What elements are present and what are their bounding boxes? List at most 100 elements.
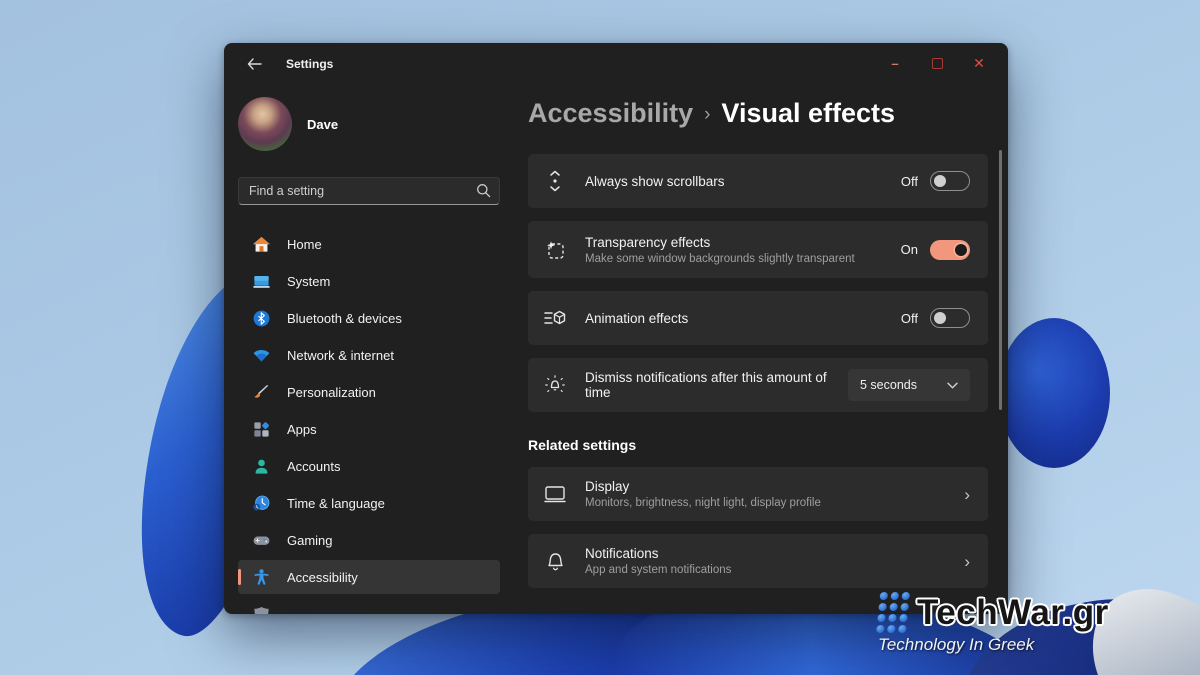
sidebar-item-time-language[interactable]: Time & language	[238, 486, 500, 520]
sidebar-item-gaming[interactable]: Gaming	[238, 523, 500, 557]
sidebar-item-label: Home	[287, 237, 322, 252]
sidebar-item-accessibility[interactable]: Accessibility	[238, 560, 500, 594]
transparency-effects-toggle[interactable]	[930, 240, 970, 260]
accessibility-icon	[251, 567, 271, 587]
bluetooth-icon	[251, 308, 271, 328]
titlebar: Settings – ✕	[224, 43, 1008, 85]
wallpaper-bloom-petal	[998, 318, 1110, 468]
toggle-knob	[934, 312, 946, 324]
sidebar-item-label: Accounts	[287, 459, 340, 474]
display-icon	[544, 485, 566, 504]
settings-window: Settings – ✕ Dave	[224, 43, 1008, 614]
system-icon	[251, 271, 271, 291]
setting-subtitle: Make some window backgrounds slightly tr…	[585, 253, 855, 265]
sidebar-item-label: System	[287, 274, 330, 289]
sidebar-item-label: Bluetooth & devices	[287, 311, 402, 326]
toggle-state-label: Off	[901, 311, 918, 326]
dismiss-notifications-icon	[544, 374, 566, 396]
search-input[interactable]	[238, 177, 500, 205]
watermark-title: TechWar.gr	[917, 593, 1109, 633]
setting-card-dismiss-notifications[interactable]: Dismiss notifications after this amount …	[528, 358, 988, 412]
search-icon	[476, 183, 491, 198]
time-language-icon	[251, 493, 271, 513]
related-settings-list: Display Monitors, brightness, night ligh…	[528, 467, 988, 588]
personalization-icon	[251, 382, 271, 402]
sidebar-item-label: Apps	[287, 422, 317, 437]
sidebar-item-label: Gaming	[287, 533, 333, 548]
sidebar-item-label: Time & language	[287, 496, 385, 511]
gaming-icon	[251, 530, 271, 550]
sidebar-item-personalization[interactable]: Personalization	[238, 375, 500, 409]
setting-card-transparency-effects[interactable]: Transparency effects Make some window ba…	[528, 221, 988, 278]
related-settings-heading: Related settings	[528, 437, 988, 453]
chevron-right-icon: ›	[964, 553, 970, 570]
notifications-icon	[544, 551, 566, 572]
minimize-icon: –	[891, 56, 898, 71]
close-button[interactable]: ✕	[958, 49, 1000, 77]
sidebar-nav: Home System Bluetooth & devices	[238, 227, 500, 614]
techwar-logo-icon	[876, 592, 911, 634]
related-subtitle: Monitors, brightness, night light, displ…	[585, 497, 821, 509]
sidebar-item-label: Accessibility	[287, 570, 358, 585]
apps-icon	[251, 419, 271, 439]
accounts-icon	[251, 456, 271, 476]
setting-title: Dismiss notifications after this amount …	[585, 370, 835, 400]
related-card-notifications[interactable]: Notifications App and system notificatio…	[528, 534, 988, 588]
dropdown-value: 5 seconds	[860, 378, 917, 392]
search-box	[238, 177, 500, 205]
maximize-icon	[932, 58, 943, 69]
user-avatar	[238, 97, 292, 151]
minimize-button[interactable]: –	[874, 49, 916, 77]
sidebar-item-label: Network & internet	[287, 348, 394, 363]
desktop-wallpaper: Settings – ✕ Dave	[0, 0, 1200, 675]
chevron-right-icon: ›	[964, 486, 970, 503]
home-icon	[251, 234, 271, 254]
transparency-icon	[544, 240, 566, 260]
user-name: Dave	[307, 117, 338, 132]
sidebar-item-home[interactable]: Home	[238, 227, 500, 261]
sidebar-item-privacy-partial[interactable]	[238, 597, 500, 614]
user-profile[interactable]: Dave	[238, 97, 500, 151]
toggle-knob	[955, 244, 967, 256]
techwar-watermark: TechWar.gr Technology In Greek	[878, 592, 1109, 655]
sidebar: Dave Home	[224, 85, 514, 614]
sidebar-item-apps[interactable]: Apps	[238, 412, 500, 446]
sidebar-item-network-internet[interactable]: Network & internet	[238, 338, 500, 372]
scrollbar[interactable]	[999, 150, 1002, 410]
watermark-subtitle: Technology In Greek	[878, 635, 1109, 655]
sidebar-item-accounts[interactable]: Accounts	[238, 449, 500, 483]
related-title: Notifications	[585, 546, 731, 561]
page-title: Visual effects	[721, 98, 895, 129]
breadcrumb-parent[interactable]: Accessibility	[528, 98, 693, 129]
breadcrumb: Accessibility › Visual effects	[528, 98, 988, 134]
maximize-button[interactable]	[916, 49, 958, 77]
setting-title: Animation effects	[585, 311, 688, 326]
setting-title: Transparency effects	[585, 235, 855, 250]
main-pane: Accessibility › Visual effects Always sh…	[514, 85, 1008, 614]
close-icon: ✕	[973, 55, 985, 72]
sidebar-item-label: Personalization	[287, 385, 376, 400]
back-arrow-icon	[247, 58, 262, 70]
shield-icon	[251, 604, 271, 614]
always-show-scrollbars-toggle[interactable]	[930, 171, 970, 191]
setting-card-always-show-scrollbars[interactable]: Always show scrollbars Off	[528, 154, 988, 208]
animation-icon	[544, 309, 566, 327]
animation-effects-toggle[interactable]	[930, 308, 970, 328]
toggle-knob	[934, 175, 946, 187]
breadcrumb-separator-icon: ›	[704, 104, 710, 126]
settings-card-list: Always show scrollbars Off Transparency …	[528, 154, 988, 412]
window-title: Settings	[286, 57, 333, 71]
related-subtitle: App and system notifications	[585, 564, 731, 576]
sidebar-item-bluetooth-devices[interactable]: Bluetooth & devices	[238, 301, 500, 335]
setting-title: Always show scrollbars	[585, 174, 725, 189]
toggle-state-label: Off	[901, 174, 918, 189]
sidebar-item-system[interactable]: System	[238, 264, 500, 298]
chevron-down-icon	[947, 382, 958, 389]
setting-card-animation-effects[interactable]: Animation effects Off	[528, 291, 988, 345]
back-button[interactable]	[240, 52, 268, 76]
scrollbars-icon	[544, 170, 566, 192]
dismiss-time-dropdown[interactable]: 5 seconds	[848, 369, 970, 401]
related-title: Display	[585, 479, 821, 494]
related-card-display[interactable]: Display Monitors, brightness, night ligh…	[528, 467, 988, 521]
toggle-state-label: On	[901, 242, 918, 257]
